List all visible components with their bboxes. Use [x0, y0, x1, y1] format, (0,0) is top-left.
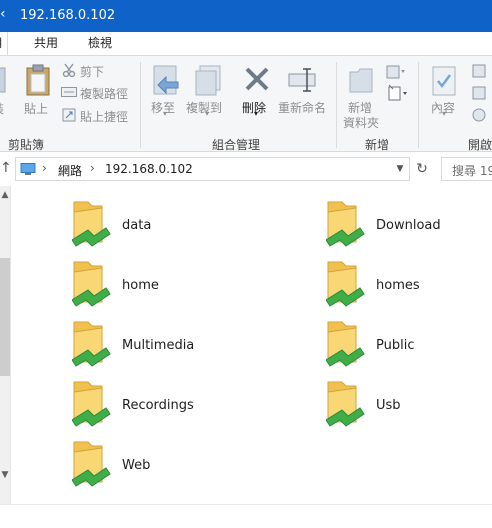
folder-name: Download [376, 218, 441, 233]
shared-folder-icon [325, 378, 370, 428]
folder-item-home[interactable]: home [71, 258, 272, 318]
folder-item-public[interactable]: Public [325, 318, 486, 378]
delete-icon[interactable] [244, 66, 270, 92]
paste-shortcut-button[interactable]: 貼上捷徑 [80, 108, 128, 125]
folder-name: Web [122, 458, 151, 473]
new-group-label: 新增 [365, 138, 390, 152]
folder-name: Public [376, 338, 415, 353]
ribbon-separator [336, 62, 337, 148]
move-to-dropdown-icon[interactable]: ▾ [163, 109, 167, 118]
folder-name: home [122, 278, 159, 293]
shared-folder-icon [325, 258, 370, 308]
address-row: ↑ › 網路 › 192.168.0.102 ▼ ↻ 搜尋 19 [0, 153, 492, 186]
paste-button[interactable]: 貼上 [24, 100, 48, 117]
folder-name: data [122, 218, 152, 233]
copy-to-dropdown-icon[interactable]: ▾ [205, 109, 209, 118]
file-list: data Download home homes Multimedia Publ… [12, 186, 492, 504]
open-icon[interactable] [472, 64, 486, 78]
search-placeholder: 搜尋 19 [452, 164, 492, 178]
folder-name: homes [376, 278, 420, 293]
rename-button[interactable]: 重新命名 [278, 99, 326, 116]
window-title: 192.168.0.102 [20, 8, 116, 23]
easy-access-icon[interactable] [386, 84, 410, 102]
shared-folder-icon [325, 318, 370, 368]
history-icon[interactable] [472, 108, 486, 122]
scroll-up-icon[interactable]: ▲ [0, 190, 10, 200]
folder-item-download[interactable]: Download [325, 198, 486, 258]
shared-folder-icon [325, 198, 370, 248]
address-dropdown-icon[interactable]: ▼ [391, 158, 409, 180]
scrollbar-thumb[interactable] [0, 258, 10, 376]
folder-item-usb[interactable]: Usb [325, 378, 486, 438]
copy-to-icon[interactable] [194, 64, 224, 96]
folder-item-recordings[interactable]: Recordings [71, 378, 272, 438]
organize-group-label: 組合管理 [212, 138, 261, 152]
folder-item-homes[interactable]: homes [325, 258, 486, 318]
properties-dropdown-icon[interactable]: ▾ [442, 109, 446, 118]
shared-folder-icon [71, 438, 116, 488]
tab-file[interactable]: 用 [0, 32, 8, 55]
folder-name: Usb [376, 398, 401, 413]
copy-to-button[interactable]: 複製到 [186, 99, 222, 116]
address-bar[interactable]: › 網路 › 192.168.0.102 ▼ [15, 157, 410, 181]
new-folder-button-line2[interactable]: 資料夾 [343, 114, 379, 131]
folder-name: Recordings [122, 398, 194, 413]
refresh-icon[interactable]: ↻ [413, 160, 431, 178]
edit-icon[interactable] [472, 86, 486, 100]
folder-item-multimedia[interactable]: Multimedia [71, 318, 272, 378]
ribbon-tabs: 用 共用 檢視 [0, 32, 492, 55]
new-item-icon[interactable] [386, 64, 410, 80]
search-input[interactable]: 搜尋 19 [441, 157, 492, 181]
shared-folder-icon [71, 378, 116, 428]
status-bar [0, 504, 492, 528]
paste-icon[interactable] [26, 64, 50, 96]
computer-icon [20, 163, 36, 175]
folder-item-data[interactable]: data [71, 198, 272, 258]
cut-button[interactable]: 剪下 [80, 63, 104, 80]
new-folder-icon[interactable] [348, 64, 374, 94]
tab-view[interactable]: 檢視 [80, 32, 120, 55]
rename-icon[interactable] [288, 68, 318, 92]
window-menu-icon[interactable]: ‹ [0, 6, 6, 22]
pin-to-quick-access-icon[interactable] [0, 66, 6, 94]
copy-path-icon[interactable] [61, 86, 77, 98]
clipboard-group-label: 剪貼簿 [8, 138, 45, 152]
shared-folder-icon [71, 258, 116, 308]
copy-path-button[interactable]: 複製路徑 [80, 85, 128, 102]
shared-folder-icon [71, 318, 116, 368]
ribbon-separator [140, 62, 141, 148]
ribbon: 裝 貼上 剪下 複製路徑 貼上捷徑 剪貼簿 移至 ▾ [0, 55, 492, 152]
shared-folder-icon [71, 198, 116, 248]
up-arrow-icon[interactable]: ↑ [0, 160, 12, 176]
scroll-down-icon[interactable]: ▼ [0, 470, 10, 480]
open-group-label: 開啟 [468, 138, 492, 152]
navigation-pane-scrollbar[interactable]: ▲ ▼ [0, 186, 11, 504]
title-bar: ‹ 192.168.0.102 [0, 0, 492, 32]
cut-icon[interactable] [62, 63, 76, 78]
breadcrumb-host[interactable]: 192.168.0.102 [105, 162, 193, 176]
folder-item-web[interactable]: Web [71, 438, 272, 498]
breadcrumb-chevron-icon[interactable]: › [90, 161, 95, 175]
breadcrumb-network[interactable]: 網路 [58, 162, 82, 179]
pin-button-label: 裝 [0, 100, 4, 117]
tab-share[interactable]: 共用 [26, 32, 66, 55]
breadcrumb-chevron-icon[interactable]: › [42, 161, 47, 175]
move-to-icon[interactable] [152, 64, 182, 96]
paste-shortcut-icon[interactable] [62, 108, 76, 122]
properties-icon[interactable] [432, 66, 456, 96]
folder-name: Multimedia [122, 338, 195, 353]
delete-dropdown-icon[interactable]: ▾ [254, 109, 258, 118]
ribbon-separator [418, 62, 419, 148]
